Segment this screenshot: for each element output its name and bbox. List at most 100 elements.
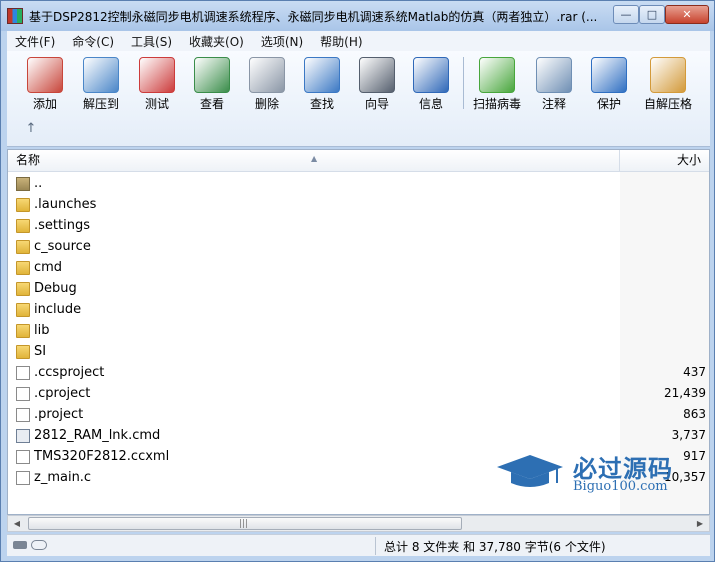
list-item[interactable]: c_source <box>8 237 709 258</box>
extract-to-button[interactable]: 解压到 <box>73 57 129 111</box>
folder-icon <box>16 198 30 212</box>
virus-scan-icon <box>479 57 515 93</box>
scroll-right-icon[interactable]: ▶ <box>693 517 707 530</box>
file-icon <box>16 450 30 464</box>
folder-extract-icon <box>83 57 119 93</box>
minimize-button[interactable]: — <box>613 5 639 24</box>
magnifier-icon <box>304 57 340 93</box>
file-icon <box>16 408 30 422</box>
virus-scan-label: 扫描病毒 <box>472 97 521 111</box>
list-item[interactable]: .. <box>8 174 709 195</box>
comment-button[interactable]: 注释 <box>526 57 582 111</box>
file-name: Debug <box>34 281 77 296</box>
protect-label: 保护 <box>596 97 621 111</box>
comment-icon <box>536 57 572 93</box>
info-button[interactable]: 信息 <box>403 57 459 111</box>
sfx-box-icon <box>650 57 686 93</box>
menu-bar: 文件(F) 命令(C) 工具(S) 收藏夹(O) 选项(N) 帮助(H) <box>7 31 710 51</box>
sort-ascending-icon: ▲ <box>311 154 318 163</box>
folder-icon <box>16 240 30 254</box>
file-icon <box>16 366 30 380</box>
horizontal-scrollbar[interactable]: ◀ ||| ▶ <box>7 515 710 532</box>
extract-to-label: 解压到 <box>82 97 119 111</box>
menu-file[interactable]: 文件(F) <box>7 33 64 50</box>
file-icon <box>16 387 30 401</box>
parent-folder-icon <box>16 177 30 191</box>
list-item[interactable]: 2812_RAM_lnk.cmd 3,737 <box>8 426 709 447</box>
list-item[interactable]: cmd <box>8 258 709 279</box>
menu-favorites[interactable]: 收藏夹(O) <box>181 33 253 50</box>
list-item[interactable]: .launches <box>8 195 709 216</box>
menu-options[interactable]: 选项(N) <box>253 33 312 50</box>
file-name: .. <box>34 176 43 191</box>
checklist-icon <box>139 57 175 93</box>
trash-can-icon <box>249 57 285 93</box>
file-name: .cproject <box>34 386 91 401</box>
file-name: 2812_RAM_lnk.cmd <box>34 428 161 443</box>
magic-wand-icon <box>359 57 395 93</box>
title-bar[interactable]: 基于DSP2812控制永磁同步电机调速系统程序、永磁同步电机调速系统Matlab… <box>1 1 714 31</box>
file-name: .launches <box>34 197 97 212</box>
grip-icon: ||| <box>239 519 249 529</box>
file-size: 21,439 <box>664 386 706 400</box>
file-name: cmd <box>34 260 63 275</box>
maximize-button[interactable]: □ <box>639 5 665 24</box>
close-button[interactable]: ✕ <box>665 5 709 24</box>
sfx-button[interactable]: 自解压格 <box>640 57 696 111</box>
folder-icon <box>16 345 30 359</box>
list-item[interactable]: .ccsproject 437 <box>8 363 709 384</box>
scroll-thumb[interactable]: ||| <box>28 517 462 530</box>
list-item[interactable]: include <box>8 300 709 321</box>
file-icon <box>16 471 30 485</box>
add-button[interactable]: 添加 <box>17 57 73 111</box>
file-size: 3,737 <box>671 428 706 442</box>
open-book-icon <box>194 57 230 93</box>
list-item[interactable]: .settings <box>8 216 709 237</box>
watermark: 必过源码 Biguo100.com <box>495 449 705 497</box>
column-header-name[interactable]: 名称 ▲ <box>8 150 620 171</box>
drive-icon[interactable] <box>13 541 27 549</box>
list-item[interactable]: Debug <box>8 279 709 300</box>
comment-label: 注释 <box>541 97 566 111</box>
virus-scan-button[interactable]: 扫描病毒 <box>469 57 525 111</box>
file-name: .settings <box>34 218 90 233</box>
list-item[interactable]: SI <box>8 342 709 363</box>
list-item[interactable]: lib <box>8 321 709 342</box>
file-size: 863 <box>683 407 706 421</box>
column-header-size[interactable]: 大小 <box>620 150 709 171</box>
menu-help[interactable]: 帮助(H) <box>312 33 371 50</box>
toolbar: 添加 解压到 测试 查看 删除 查找 向导 信息 扫描病毒 注释 保护 自解压格… <box>7 51 710 147</box>
protect-button[interactable]: 保护 <box>581 57 637 111</box>
test-button[interactable]: 测试 <box>129 57 185 111</box>
file-name: .project <box>34 407 84 422</box>
folder-icon <box>16 303 30 317</box>
wizard-button[interactable]: 向导 <box>349 57 405 111</box>
view-label: 查看 <box>199 97 224 111</box>
delete-button[interactable]: 删除 <box>239 57 295 111</box>
folder-icon <box>16 219 30 233</box>
key-icon[interactable] <box>31 540 47 550</box>
list-item[interactable]: .cproject 21,439 <box>8 384 709 405</box>
scroll-left-icon[interactable]: ◀ <box>10 517 24 530</box>
file-name: TMS320F2812.ccxml <box>34 449 170 464</box>
status-bar: 总计 8 文件夹 和 37,780 字节(6 个文件) <box>7 534 710 556</box>
file-name: c_source <box>34 239 91 254</box>
wizard-label: 向导 <box>364 97 389 111</box>
folder-icon <box>16 261 30 275</box>
list-header: 名称 ▲ 大小 <box>8 150 709 172</box>
view-button[interactable]: 查看 <box>184 57 240 111</box>
window-title: 基于DSP2812控制永磁同步电机调速系统程序、永磁同步电机调速系统Matlab… <box>29 10 598 24</box>
delete-label: 删除 <box>254 97 279 111</box>
list-item[interactable]: .project 863 <box>8 405 709 426</box>
sfx-label: 自解压格 <box>643 97 692 111</box>
menu-tools[interactable]: 工具(S) <box>123 33 181 50</box>
add-label: 添加 <box>32 97 57 111</box>
file-name: .ccsproject <box>34 365 105 380</box>
menu-commands[interactable]: 命令(C) <box>64 33 123 50</box>
column-name-label: 名称 <box>16 153 41 167</box>
find-button[interactable]: 查找 <box>294 57 350 111</box>
find-label: 查找 <box>309 97 334 111</box>
file-name: SI <box>34 344 47 359</box>
up-arrow-button[interactable]: ↑ <box>23 121 39 137</box>
info-label: 信息 <box>418 97 443 111</box>
